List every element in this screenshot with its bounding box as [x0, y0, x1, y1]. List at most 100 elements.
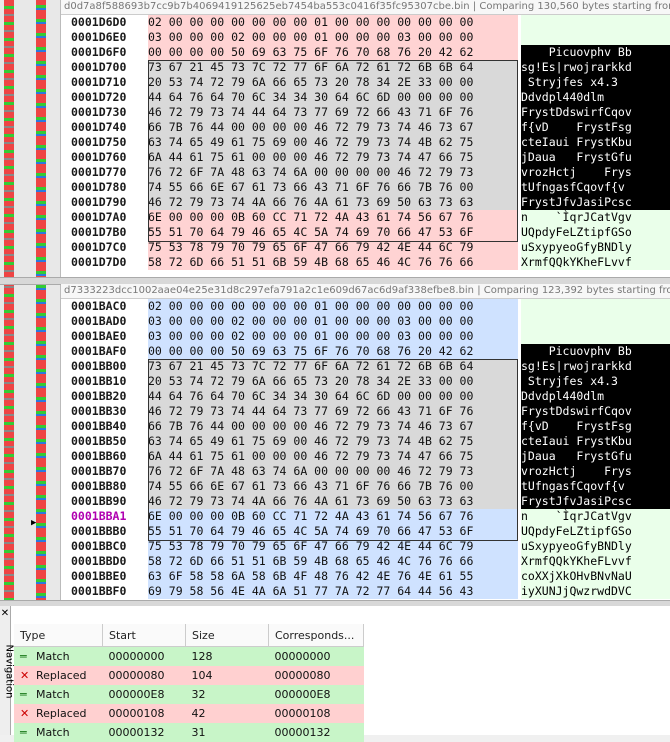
ascii-text[interactable]: sg!Es|rwojrarkkd [521, 60, 670, 75]
ascii-text[interactable]: Ddvdpl440dlm [521, 90, 670, 105]
hex-row[interactable]: 0001D720 44 64 76 64 70 6C 34 34 30 64 6C… [61, 90, 670, 105]
hex-row[interactable]: 0001D7D0 58 72 6D 66 51 51 6B 59 4B 68 65… [61, 255, 670, 270]
ascii-text[interactable] [521, 329, 670, 344]
hex-pane-left[interactable]: d0d7a8f588693b7cc9b7b4069419125625eb7454… [61, 0, 670, 277]
hex-row[interactable]: 0001BB90 46 72 79 73 74 4A 66 76 4A 61 73… [61, 494, 670, 509]
hex-bytes[interactable]: 46 72 79 73 74 4A 66 76 4A 61 73 69 50 6… [148, 195, 518, 210]
hex-row[interactable]: 0001BB20 44 64 76 64 70 6C 34 34 30 64 6C… [61, 389, 670, 404]
hex-bytes[interactable]: 58 72 6D 66 51 51 6B 59 4B 68 65 46 4C 7… [148, 554, 518, 569]
hex-bytes[interactable]: 20 53 74 72 79 6A 66 65 73 20 78 34 2E 3… [148, 75, 518, 90]
ascii-text[interactable] [521, 314, 670, 329]
hex-row[interactable]: 0001D7C0 75 53 78 79 70 79 65 6F 47 66 79… [61, 240, 670, 255]
column-header-start[interactable]: Start [102, 624, 186, 647]
ascii-text[interactable]: vrozHctj Frys [521, 464, 670, 479]
table-row[interactable]: ═ Match 00000132 31 00000132 [14, 723, 364, 742]
hex-bytes[interactable]: 6E 00 00 00 0B 60 CC 71 72 4A 43 61 74 5… [148, 210, 518, 225]
hex-bytes[interactable]: 46 72 79 73 74 44 64 73 77 69 72 66 43 7… [148, 105, 518, 120]
column-header-type[interactable]: Type [14, 624, 103, 647]
hex-row[interactable]: 0001BAF0 00 00 00 00 50 69 63 75 6F 76 70… [61, 344, 670, 359]
hex-row[interactable]: 0001D7B0 55 51 70 64 79 46 65 4C 5A 74 69… [61, 225, 670, 240]
navigation-tab[interactable]: Navigation [0, 606, 14, 735]
hex-row[interactable]: 0001D710 20 53 74 72 79 6A 66 65 73 20 78… [61, 75, 670, 90]
ascii-text[interactable]: XrmfQQkYKheFLvvf [521, 255, 670, 270]
hex-row[interactable]: 0001BBB0 55 51 70 64 79 46 65 4C 5A 74 69… [61, 524, 670, 539]
hex-row[interactable]: 0001D780 74 55 66 6E 67 61 73 66 43 71 6F… [61, 180, 670, 195]
ascii-text[interactable]: UQpdyFeLZtipfGSo [521, 225, 670, 240]
hex-row[interactable]: 0001D770 76 72 6F 7A 48 63 74 6A 00 00 00… [61, 165, 670, 180]
hex-bytes[interactable]: 03 00 00 00 02 00 00 00 01 00 00 00 03 0… [148, 329, 518, 344]
hex-bytes[interactable]: 63 74 65 49 61 75 69 00 46 72 79 73 74 4… [148, 434, 518, 449]
hex-bytes[interactable]: 63 74 65 49 61 75 69 00 46 72 79 73 74 4… [148, 135, 518, 150]
hex-row[interactable]: 0001D740 66 7B 76 44 00 00 00 00 46 72 79… [61, 120, 670, 135]
overview-sidebar[interactable]: ▶ [0, 0, 61, 600]
hex-row[interactable]: 0001BAC0 02 00 00 00 00 00 00 00 01 00 00… [61, 299, 670, 314]
hex-bytes[interactable]: 00 00 00 00 50 69 63 75 6F 76 70 68 76 2… [148, 344, 518, 359]
table-row[interactable]: ═ Match 000000E8 32 000000E8 [14, 685, 364, 704]
hex-row[interactable]: 0001D750 63 74 65 49 61 75 69 00 46 72 79… [61, 135, 670, 150]
hex-bytes[interactable]: 74 55 66 6E 67 61 73 66 43 71 6F 76 66 7… [148, 479, 518, 494]
hex-row[interactable]: 0001BB60 6A 44 61 75 61 00 00 00 46 72 79… [61, 449, 670, 464]
overview-map-left[interactable] [4, 0, 14, 600]
ascii-text[interactable]: FrystJfvJasiPcsc [521, 494, 670, 509]
hex-bytes[interactable]: 69 79 58 56 4E 4A 6A 51 77 7A 72 77 64 4… [148, 584, 518, 599]
hex-bytes[interactable]: 75 53 78 79 70 79 65 6F 47 66 79 42 4E 4… [148, 539, 518, 554]
hex-bytes[interactable]: 20 53 74 72 79 6A 66 65 73 20 78 34 2E 3… [148, 374, 518, 389]
hex-bytes[interactable]: 76 72 6F 7A 48 63 74 6A 00 00 00 00 46 7… [148, 165, 518, 180]
hex-bytes[interactable]: 03 00 00 00 02 00 00 00 01 00 00 00 03 0… [148, 314, 518, 329]
ascii-text[interactable]: iyXUNJjQwzrwdDVC [521, 584, 670, 599]
hex-bytes[interactable]: 44 64 76 64 70 6C 34 34 30 64 6C 6D 00 0… [148, 389, 518, 404]
hex-row[interactable]: 0001BBE0 63 6F 58 58 6A 58 6B 4F 48 76 42… [61, 569, 670, 584]
hex-row[interactable]: 0001BBA1 6E 00 00 00 0B 60 CC 71 72 4A 43… [61, 509, 670, 524]
hex-row[interactable]: 0001D7A0 6E 00 00 00 0B 60 CC 71 72 4A 43… [61, 210, 670, 225]
ascii-text[interactable] [521, 299, 670, 314]
ascii-text[interactable] [521, 15, 670, 30]
hex-row[interactable]: 0001BB80 74 55 66 6E 67 61 73 66 43 71 6F… [61, 479, 670, 494]
ascii-text[interactable]: XrmfQQkYKheFLvvf [521, 554, 670, 569]
hex-row[interactable]: 0001D790 46 72 79 73 74 4A 66 76 4A 61 73… [61, 195, 670, 210]
ascii-text[interactable]: f{vD FrystFsg [521, 419, 670, 434]
ascii-text[interactable]: sg!Es|rwojrarkkd [521, 359, 670, 374]
hex-row[interactable]: 0001BB00 73 67 21 45 73 7C 72 77 6F 6A 72… [61, 359, 670, 374]
ascii-text[interactable]: cteIaui FrystKbu [521, 135, 670, 150]
hex-bytes[interactable]: 00 00 00 00 50 69 63 75 6F 76 70 68 76 2… [148, 45, 518, 60]
hex-rows-right[interactable]: 0001BAC0 02 00 00 00 00 00 00 00 01 00 00… [61, 299, 670, 599]
hex-row[interactable]: 0001BB40 66 7B 76 44 00 00 00 00 46 72 79… [61, 419, 670, 434]
hex-bytes[interactable]: 63 6F 58 58 6A 58 6B 4F 48 76 42 4E 76 4… [148, 569, 518, 584]
hex-bytes[interactable]: 55 51 70 64 79 46 65 4C 5A 74 69 70 66 4… [148, 225, 518, 240]
hex-pane-right[interactable]: d7333223dcc1002aae04e25e31d8c297efa791a2… [61, 284, 670, 600]
ascii-text[interactable]: uSxypyeoGfyBNDly [521, 240, 670, 255]
hex-bytes[interactable]: 75 53 78 79 70 79 65 6F 47 66 79 42 4E 4… [148, 240, 518, 255]
hex-row[interactable]: 0001BAD0 03 00 00 00 02 00 00 00 01 00 00… [61, 314, 670, 329]
ascii-text[interactable]: Picuovphv Bb [521, 344, 670, 359]
hex-bytes[interactable]: 66 7B 76 44 00 00 00 00 46 72 79 73 74 4… [148, 419, 518, 434]
hex-bytes[interactable]: 44 64 76 64 70 6C 34 34 30 64 6C 6D 00 0… [148, 90, 518, 105]
overview-map-right[interactable] [36, 0, 46, 600]
ascii-text[interactable]: FrystJfvJasiPcsc [521, 195, 670, 210]
ascii-text[interactable]: f{vD FrystFsg [521, 120, 670, 135]
hex-rows-left[interactable]: 0001D6D0 02 00 00 00 00 00 00 00 01 00 00… [61, 15, 670, 270]
hex-row[interactable]: 0001BB10 20 53 74 72 79 6A 66 65 73 20 78… [61, 374, 670, 389]
ascii-text[interactable]: tUfngasfCqovf{v [521, 479, 670, 494]
hex-row[interactable]: 0001BB50 63 74 65 49 61 75 69 00 46 72 79… [61, 434, 670, 449]
hex-row[interactable]: 0001BB30 46 72 79 73 74 44 64 73 77 69 72… [61, 404, 670, 419]
hex-row[interactable]: 0001D760 6A 44 61 75 61 00 00 00 46 72 79… [61, 150, 670, 165]
hex-row[interactable]: 0001BBF0 69 79 58 56 4E 4A 6A 51 77 7A 72… [61, 584, 670, 599]
hex-bytes[interactable]: 73 67 21 45 73 7C 72 77 6F 6A 72 61 72 6… [148, 60, 518, 75]
table-row[interactable]: ═ Match 00000000 128 00000000 [14, 646, 364, 666]
ascii-text[interactable]: Stryjfes x4.3 [521, 75, 670, 90]
hex-bytes[interactable]: 46 72 79 73 74 44 64 73 77 69 72 66 43 7… [148, 404, 518, 419]
ascii-text[interactable]: Stryjfes x4.3 [521, 374, 670, 389]
ascii-text[interactable]: FrystDdswirfCqov [521, 404, 670, 419]
hex-bytes[interactable]: 74 55 66 6E 67 61 73 66 43 71 6F 76 66 7… [148, 180, 518, 195]
column-header-corresponds[interactable]: Corresponds... [268, 624, 364, 647]
table-row[interactable]: ✕ Replaced 00000108 42 00000108 [14, 704, 364, 723]
ascii-text[interactable]: uSxypyeoGfyBNDly [521, 539, 670, 554]
ascii-text[interactable]: coXXjXkOHvBNvNaU [521, 569, 670, 584]
hex-row[interactable]: 0001D6E0 03 00 00 00 02 00 00 00 01 00 00… [61, 30, 670, 45]
hex-row[interactable]: 0001D6F0 00 00 00 00 50 69 63 75 6F 76 70… [61, 45, 670, 60]
hex-row[interactable]: 0001D730 46 72 79 73 74 44 64 73 77 69 72… [61, 105, 670, 120]
ascii-text[interactable]: jDaua FrystGfu [521, 449, 670, 464]
ascii-text[interactable]: n `ÌqrJCatVgv [521, 509, 670, 524]
ascii-text[interactable]: Picuovphv Bb [521, 45, 670, 60]
ascii-text[interactable]: vrozHctj Frys [521, 165, 670, 180]
